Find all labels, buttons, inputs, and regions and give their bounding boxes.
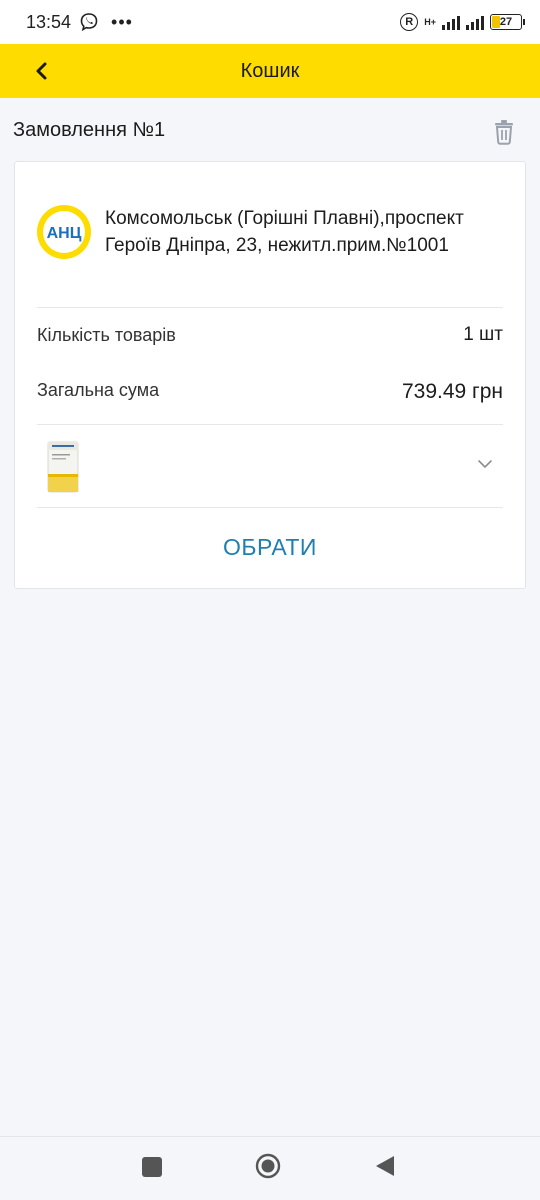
product-thumbnail [47,441,79,493]
choose-button[interactable]: ОБРАТИ [15,522,525,572]
battery-icon: 27 [490,14,525,30]
more-notifications-icon: ••• [111,11,133,32]
total-label: Загальна сума [37,380,160,400]
chevron-down-icon [478,460,492,468]
pharmacy-logo-text: АНЦ [47,225,82,242]
trash-icon [495,120,513,145]
divider [37,507,503,508]
signal-icon [442,14,460,30]
back-button[interactable] [28,57,56,85]
divider [37,307,503,308]
items-count-label: Кількість товарів [37,325,176,345]
total-value: 739.49 грн [401,380,503,403]
system-nav-bar [0,1136,540,1200]
status-time: 13:54 [26,11,72,32]
recent-apps-button[interactable] [142,1157,162,1177]
chevron-left-icon [36,62,47,80]
order-title: Замовлення №1 [13,119,166,141]
battery-level: 27 [499,16,513,28]
signal-icon-2 [466,14,484,30]
page-title: Кошик [240,59,300,82]
expand-products-button[interactable] [475,454,495,474]
system-back-button[interactable] [374,1154,396,1178]
status-bar: 13:54 ••• R H+ 27 [0,0,540,44]
pharmacy-address: Комсомольськ (Горішні Плавні),проспект Г… [105,208,464,256]
divider [37,424,503,425]
pharmacy-logo: АНЦ [37,205,91,259]
order-card: АНЦ Комсомольськ (Горішні Плавні),проспе… [14,161,526,589]
home-button[interactable] [255,1153,281,1179]
network-type-label: H+ [424,16,436,27]
items-count-value: 1 шт [463,324,503,345]
app-header: Кошик [0,44,540,98]
registered-icon: R [400,13,419,31]
delete-order-button[interactable] [490,117,518,147]
viber-icon [80,13,98,32]
